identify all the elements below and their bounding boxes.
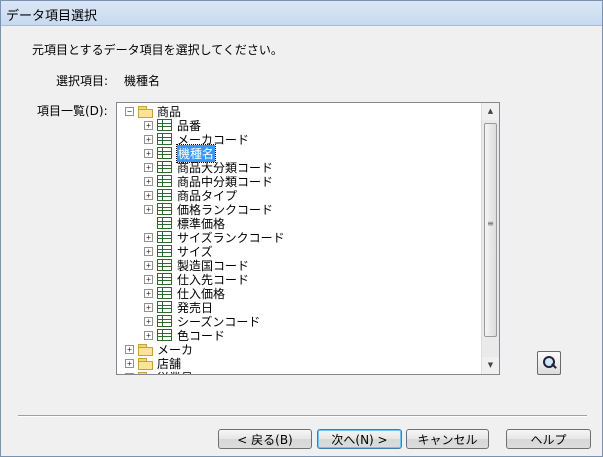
selected-item-value: 機種名: [124, 74, 161, 88]
expand-toggle[interactable]: +: [144, 260, 153, 270]
expand-toggle[interactable]: +: [144, 330, 153, 340]
table-icon: [157, 217, 172, 229]
tree-content: − 商品 + 品番 + メーカコード + 機種名 + 商品大分類コード + 商品中分類コード + 商品タイ…: [117, 103, 481, 374]
table-icon: [157, 147, 172, 159]
expand-toggle[interactable]: +: [144, 120, 153, 130]
expand-toggle[interactable]: +: [144, 246, 153, 256]
tree-item[interactable]: + サイズランクコード: [144, 230, 285, 245]
tree-scrollbar[interactable]: ▲ ≡ ▼: [481, 103, 499, 374]
folder-icon: [138, 343, 153, 356]
tree-folder[interactable]: − 商品: [125, 104, 181, 119]
search-button[interactable]: [537, 351, 561, 375]
table-icon: [157, 287, 172, 299]
expand-toggle[interactable]: +: [144, 148, 153, 158]
folder-icon: [138, 357, 153, 370]
folder-icon: [138, 105, 153, 118]
expand-toggle[interactable]: +: [125, 358, 134, 368]
table-icon: [157, 259, 172, 271]
expand-toggle[interactable]: −: [125, 106, 134, 116]
table-icon: [157, 203, 172, 215]
next-button[interactable]: 次へ(N) >: [317, 429, 402, 449]
table-icon: [157, 119, 172, 131]
selected-item-label: 選択項目:: [56, 74, 109, 88]
table-icon: [157, 301, 172, 313]
item-list-label: 項目一覧(D):: [37, 104, 108, 118]
tree-folder[interactable]: + 従業員: [125, 370, 193, 374]
scroll-down-button[interactable]: ▼: [482, 357, 499, 374]
expand-toggle[interactable]: +: [144, 316, 153, 326]
table-icon: [157, 231, 172, 243]
table-icon: [157, 315, 172, 327]
table-icon: [157, 189, 172, 201]
expand-toggle[interactable]: +: [144, 134, 153, 144]
cancel-button[interactable]: キャンセル: [406, 429, 489, 449]
window-title: データ項目選択: [6, 9, 98, 24]
title-bar: データ項目選択: [0, 0, 603, 26]
scroll-thumb[interactable]: ≡: [484, 123, 497, 337]
help-button[interactable]: ヘルプ: [506, 429, 591, 449]
instruction-text: 元項目とするデータ項目を選択してください。: [32, 43, 283, 57]
table-icon: [157, 273, 172, 285]
expand-toggle[interactable]: +: [125, 344, 134, 354]
table-icon: [157, 175, 172, 187]
table-icon: [157, 133, 172, 145]
expand-toggle[interactable]: +: [144, 176, 153, 186]
expand-toggle[interactable]: +: [144, 204, 153, 214]
separator: [18, 415, 587, 417]
folder-icon: [138, 371, 153, 374]
back-button[interactable]: < 戻る(B): [218, 429, 312, 449]
expand-toggle[interactable]: +: [144, 162, 153, 172]
expand-toggle[interactable]: +: [144, 274, 153, 284]
table-icon: [157, 161, 172, 173]
expand-toggle[interactable]: +: [144, 288, 153, 298]
expand-toggle[interactable]: +: [144, 302, 153, 312]
expand-toggle[interactable]: +: [144, 190, 153, 200]
item-tree[interactable]: − 商品 + 品番 + メーカコード + 機種名 + 商品大分類コード + 商品中分類コード + 商品タイ…: [116, 102, 500, 375]
table-icon: [157, 329, 172, 341]
table-icon: [157, 245, 172, 257]
expand-toggle[interactable]: +: [125, 372, 134, 374]
scroll-up-button[interactable]: ▲: [482, 103, 499, 120]
dialog-body: 元項目とするデータ項目を選択してください。 選択項目: 機種名 項目一覧(D):…: [6, 26, 597, 451]
tree-item-label: 従業員: [157, 369, 193, 375]
expand-toggle[interactable]: +: [144, 232, 153, 242]
